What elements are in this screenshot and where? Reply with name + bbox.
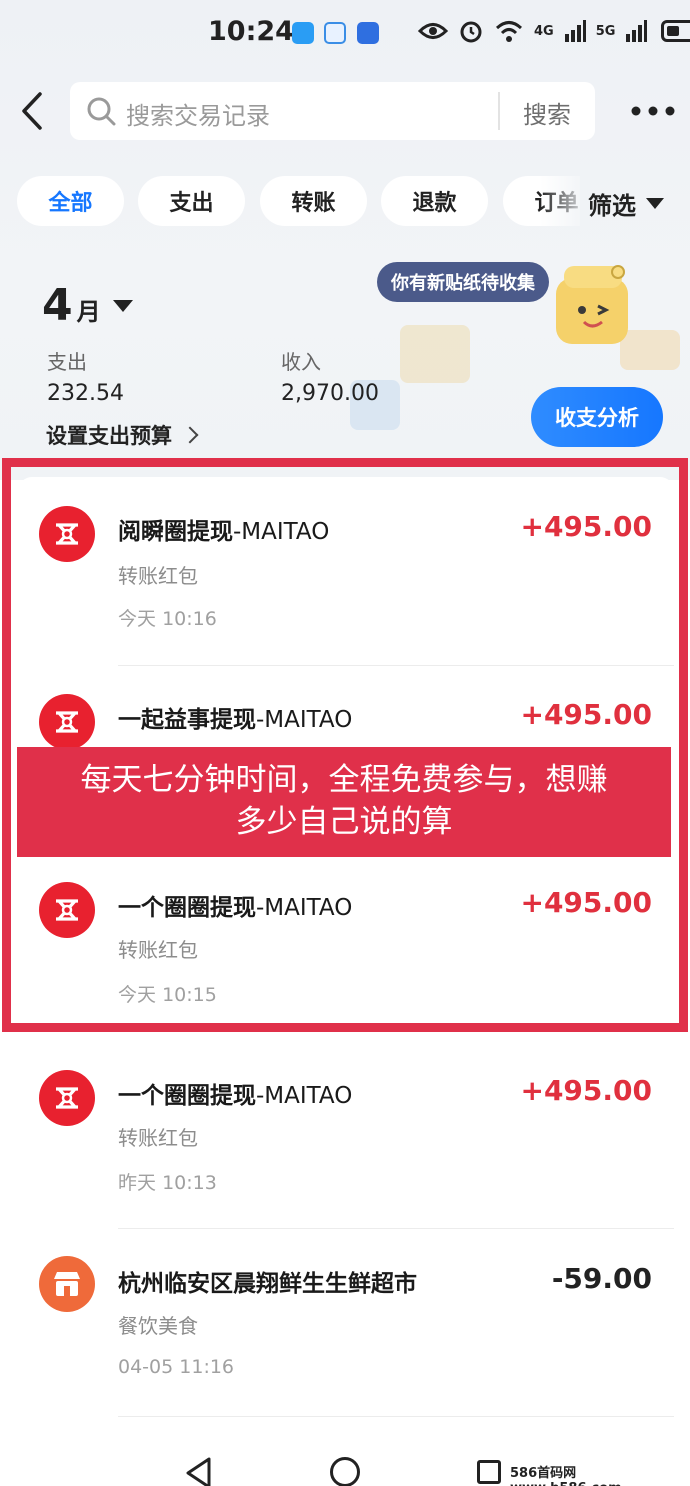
search-button[interactable]: 搜索 <box>512 95 582 130</box>
chevron-right-icon <box>181 426 199 444</box>
nav-recents-icon[interactable] <box>477 1460 501 1484</box>
filter-tabs: 全部 支出 转账 退款 订单 <box>0 176 580 230</box>
eye-icon <box>418 23 448 39</box>
transaction-time: 04-05 11:16 <box>118 1356 235 1378</box>
maitao-logo-icon <box>39 1070 95 1126</box>
month-number: 4 <box>42 280 73 331</box>
watermark: 586首码网 www.h586.com <box>510 1466 622 1486</box>
transaction-title: 阅瞬圈提现-MAITAO <box>118 519 330 545</box>
transaction-row[interactable]: 一个圈圈提现-MAITAO +495.00 转账红包 昨天 10:13 <box>0 1060 690 1248</box>
alipay-notification-icon <box>292 22 314 44</box>
chat-notification-icon <box>324 22 346 44</box>
more-dots-icon <box>631 106 675 116</box>
tab-expense[interactable]: 支出 <box>138 176 245 226</box>
caret-down-icon <box>646 198 664 209</box>
tab-refund[interactable]: 退款 <box>381 176 488 226</box>
maitao-logo-icon <box>39 506 95 562</box>
row-divider <box>118 665 674 666</box>
set-budget-label: 设置支出预算 <box>46 424 172 448</box>
mascot-sticker-icon[interactable] <box>548 258 638 350</box>
income-label: 收入 <box>281 350 321 374</box>
income-expense-analysis-button[interactable]: 收支分析 <box>531 387 663 447</box>
battery-icon <box>661 20 690 42</box>
transaction-amount: +495.00 <box>520 886 652 919</box>
transaction-category: 转账红包 <box>118 938 198 962</box>
sticker-notice-text: 你有新贴纸待收集 <box>391 273 535 294</box>
transaction-time: 昨天 10:13 <box>118 1172 217 1194</box>
row-divider <box>118 1416 674 1417</box>
transaction-category: 转账红包 <box>118 564 198 588</box>
transaction-category: 转账红包 <box>118 1126 198 1150</box>
filter-label: 筛选 <box>588 192 636 220</box>
transaction-title: 一个圈圈提现-MAITAO <box>118 1083 353 1109</box>
more-button[interactable] <box>628 96 678 126</box>
filter-button[interactable]: 筛选 <box>588 186 664 221</box>
expense-value: 232.54 <box>47 381 124 406</box>
expense-label: 支出 <box>47 350 87 374</box>
transaction-title: 一起益事提现-MAITAO <box>118 707 353 733</box>
transaction-title: 杭州临安区晨翔鲜生生鲜超市 <box>118 1271 417 1297</box>
transaction-title: 一个圈圈提现-MAITAO <box>118 895 353 921</box>
background-sticker-deco <box>400 325 470 383</box>
transaction-row[interactable]: 阅瞬圈提现-MAITAO +495.00 转账红包 今天 10:16 <box>0 496 690 684</box>
alarm-icon <box>460 21 482 43</box>
status-indicators: 4G 5G <box>418 18 690 44</box>
transaction-time: 今天 10:15 <box>118 984 217 1006</box>
promo-line-2: 多少自己说的算 <box>235 804 453 840</box>
app-notification-icon <box>357 22 379 44</box>
transaction-row[interactable]: 一个圈圈提现-MAITAO +495.00 转账红包 今天 10:15 <box>0 872 690 1060</box>
status-time: 10:24 <box>208 16 294 47</box>
income-value: 2,970.00 <box>281 381 379 406</box>
network-5g-label: 5G <box>595 23 616 39</box>
search-icon <box>87 97 116 126</box>
status-bar: 10:24 4G 5G <box>0 0 690 68</box>
chevron-left-icon <box>22 92 42 130</box>
transaction-amount: -59.00 <box>551 1262 652 1295</box>
tab-all[interactable]: 全部 <box>17 176 124 226</box>
nav-home-icon[interactable] <box>330 1457 360 1486</box>
nav-back-icon[interactable] <box>184 1456 214 1486</box>
month-selector[interactable]: 4 月 <box>42 280 133 331</box>
transaction-category: 餐饮美食 <box>118 1314 198 1338</box>
month-suffix: 月 <box>76 298 101 326</box>
transaction-time: 今天 10:16 <box>118 608 217 630</box>
transaction-amount: +495.00 <box>520 698 652 731</box>
store-icon <box>39 1256 95 1312</box>
promo-line-1: 每天七分钟时间，全程免费参与，想赚 <box>80 762 608 798</box>
maitao-logo-icon <box>39 694 95 750</box>
search-input[interactable]: 搜索交易记录 <box>126 96 270 131</box>
tab-transfer[interactable]: 转账 <box>260 176 367 226</box>
row-divider <box>118 1228 674 1229</box>
wifi-icon <box>495 21 523 42</box>
back-button[interactable] <box>14 90 50 132</box>
search-bar[interactable]: 搜索交易记录 搜索 <box>70 82 595 140</box>
network-4g-label: 4G <box>534 23 554 39</box>
signal-icon <box>626 20 648 42</box>
sticker-notice[interactable]: 你有新贴纸待收集 <box>377 262 549 302</box>
signal-icon <box>564 20 586 42</box>
transaction-amount: +495.00 <box>520 1074 652 1107</box>
tabs-fade <box>540 176 590 230</box>
promo-banner: 每天七分钟时间，全程免费参与，想赚 多少自己说的算 <box>17 747 671 857</box>
transaction-row[interactable]: 杭州临安区晨翔鲜生生鲜超市 -59.00 餐饮美食 04-05 11:16 <box>0 1248 690 1436</box>
maitao-logo-icon <box>39 882 95 938</box>
search-divider <box>498 92 500 130</box>
caret-down-icon <box>112 300 133 312</box>
transaction-amount: +495.00 <box>520 510 652 543</box>
set-budget-link[interactable]: 设置支出预算 <box>46 420 199 450</box>
